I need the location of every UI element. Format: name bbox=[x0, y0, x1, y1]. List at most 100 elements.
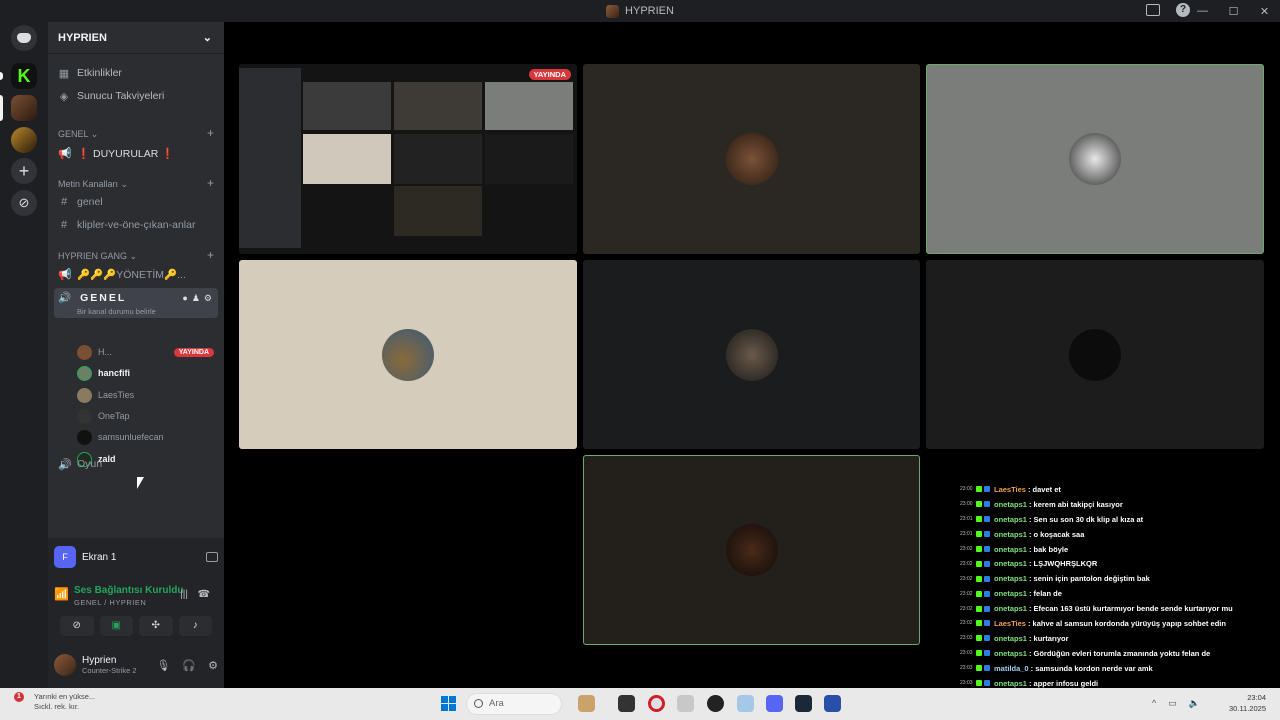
channel-management[interactable]: 📢 🔑🔑🔑YÖNETİM🔑... bbox=[58, 265, 216, 283]
timestamp: 23:03 bbox=[960, 635, 973, 642]
participant-tile[interactable] bbox=[239, 260, 577, 449]
close-button[interactable]: ✕ bbox=[1249, 5, 1280, 18]
avatar bbox=[725, 133, 778, 185]
maximize-button[interactable]: ☐ bbox=[1218, 5, 1249, 18]
timestamp: 23:00 bbox=[960, 486, 973, 493]
add-server-icon[interactable]: + bbox=[11, 158, 37, 184]
kick-server-icon[interactable]: K bbox=[11, 63, 37, 89]
gear-icon[interactable]: ⚙ bbox=[208, 659, 218, 672]
server-icon[interactable] bbox=[11, 127, 37, 153]
app-icon[interactable] bbox=[737, 695, 754, 712]
voice-user[interactable]: hancfifi bbox=[77, 364, 214, 382]
channel-status[interactable]: Bir kanal durumu belirle bbox=[77, 307, 156, 316]
platform-badge-icon bbox=[984, 546, 990, 552]
add-channel-icon[interactable]: + bbox=[207, 177, 214, 190]
weather-widget[interactable]: 1 Yarınki en yükse... Sıckl. rek. kır. bbox=[14, 692, 95, 712]
events-link[interactable]: ▦ Etkinlikler bbox=[58, 64, 216, 82]
windows-start-icon[interactable] bbox=[441, 696, 456, 711]
clock[interactable]: 23:04 30.11.2025 bbox=[1229, 692, 1266, 714]
participant-tile[interactable] bbox=[583, 455, 920, 645]
kick-badge-icon bbox=[976, 531, 982, 538]
search-box[interactable]: Ara bbox=[466, 693, 562, 715]
voice-user[interactable]: LaesTies bbox=[77, 386, 214, 404]
disconnect-icon[interactable]: ☎ bbox=[198, 589, 210, 600]
avatar bbox=[77, 387, 92, 403]
discord-home-icon[interactable] bbox=[11, 25, 37, 51]
camera-button[interactable]: ⊘ bbox=[60, 616, 94, 636]
speaker-icon: 🔊 bbox=[58, 458, 72, 471]
add-channel-icon[interactable]: + bbox=[207, 249, 214, 262]
minimize-button[interactable]: — bbox=[1187, 5, 1218, 17]
volume-icon[interactable]: 🔈 bbox=[1189, 698, 1200, 709]
chat-message: 23:00 LaesTies: davet et bbox=[960, 482, 1270, 497]
avatar bbox=[725, 328, 778, 381]
gear-icon[interactable]: ⚙ bbox=[204, 293, 212, 304]
headphones-icon[interactable]: 🎧 bbox=[182, 659, 196, 672]
category-text[interactable]: Metin Kanalları ⌄ + bbox=[58, 177, 214, 190]
channel-genel[interactable]: # genel bbox=[58, 193, 216, 211]
invite-icon[interactable]: ♟ bbox=[192, 293, 200, 304]
guild-header[interactable]: HYPRIEN ⌄ bbox=[48, 22, 224, 54]
signal-icon[interactable]: 📶 bbox=[54, 587, 69, 601]
category-gang[interactable]: HYPRIEN GANG ⌄ + bbox=[58, 249, 214, 262]
participant-tile[interactable] bbox=[926, 64, 1264, 254]
chat-text: : kahve al samsun kordonda yürüyüş yapıp… bbox=[1027, 618, 1226, 628]
platform-badge-icon bbox=[984, 516, 990, 523]
voice-channel-genel[interactable]: 🔊 GENEL Bir kanal durumu belirle ● ♟ ⚙ bbox=[54, 288, 218, 318]
timestamp: 23:02 bbox=[960, 546, 973, 552]
participant-tile[interactable] bbox=[583, 260, 920, 449]
chat-icon[interactable]: ● bbox=[182, 293, 187, 304]
hashtag-icon: # bbox=[60, 196, 68, 208]
avatar[interactable] bbox=[54, 654, 76, 676]
participant-tile[interactable] bbox=[926, 260, 1264, 449]
stream-preview-tile bbox=[394, 186, 482, 236]
taskview-icon[interactable] bbox=[578, 695, 595, 712]
hyprien-server-icon[interactable] bbox=[11, 95, 37, 121]
window-title: HYPRIEN bbox=[606, 4, 674, 18]
inbox-icon[interactable] bbox=[1146, 4, 1160, 16]
taskbar: 1 Yarınki en yükse... Sıckl. rek. kır. A… bbox=[0, 688, 1280, 720]
voice-connection: 📶 Ses Bağlantısı Kuruldu GENEL / HYPRIEN… bbox=[54, 585, 210, 607]
channel-clips[interactable]: # klipler-ve-öne-çıkan-anlar bbox=[58, 216, 216, 234]
chat-text: : davet et bbox=[1027, 484, 1061, 494]
noise-suppression-icon[interactable]: ||| bbox=[180, 589, 188, 600]
avatar bbox=[1069, 328, 1121, 381]
add-channel-icon[interactable]: + bbox=[207, 127, 214, 140]
avatar bbox=[1069, 133, 1121, 185]
platform-badge-icon bbox=[984, 486, 990, 493]
explore-icon[interactable]: ⊘ bbox=[11, 190, 37, 216]
network-icon[interactable]: ▭ bbox=[1168, 698, 1177, 709]
category-genel[interactable]: GENEL ⌄ + bbox=[58, 127, 214, 140]
participant-tile[interactable] bbox=[583, 64, 920, 254]
chat-username: onetaps1 bbox=[994, 589, 1027, 599]
microphone-icon[interactable]: 🎙 bbox=[156, 659, 170, 672]
soundboard-button[interactable]: ♪ bbox=[178, 616, 212, 636]
chevron-up-icon[interactable]: ^ bbox=[1152, 698, 1156, 709]
chevron-down-icon: ⌄ bbox=[202, 32, 212, 44]
stream-preview-tile bbox=[485, 82, 573, 130]
steam-icon[interactable] bbox=[795, 695, 812, 712]
title-bar: HYPRIEN ? — ☐ ✕ bbox=[0, 0, 1280, 22]
file-explorer-icon[interactable] bbox=[677, 695, 694, 712]
selected-server-pill bbox=[0, 95, 3, 121]
boosts-link[interactable]: ◈ Sunucu Takviyeleri bbox=[58, 87, 216, 105]
voice-user[interactable]: H... YAYINDA bbox=[77, 343, 214, 361]
avatar bbox=[77, 408, 92, 424]
chat-text: : kurtarıyor bbox=[1028, 633, 1069, 643]
voice-user[interactable]: samsunluefecan bbox=[77, 428, 214, 446]
app-icon[interactable] bbox=[707, 695, 724, 712]
app-icon[interactable] bbox=[824, 695, 841, 712]
stop-stream-icon[interactable] bbox=[206, 552, 218, 562]
app-icon[interactable] bbox=[618, 695, 635, 712]
platform-badge-icon bbox=[984, 650, 990, 657]
kick-badge-icon bbox=[976, 575, 982, 582]
share-screen-button[interactable]: ▣ bbox=[99, 616, 133, 636]
voice-user[interactable]: OneTap bbox=[77, 407, 214, 425]
avatar bbox=[77, 429, 92, 445]
activities-button[interactable]: ✣ bbox=[139, 616, 173, 636]
voice-channel-oyun[interactable]: 🔊 Oyun bbox=[58, 455, 216, 473]
channel-announcements[interactable]: 📢 ❗ DUYURULAR ❗ bbox=[58, 144, 216, 162]
stream-tile[interactable]: YAYINDA bbox=[239, 64, 577, 254]
opera-icon[interactable] bbox=[648, 695, 665, 712]
discord-icon[interactable] bbox=[766, 695, 783, 712]
